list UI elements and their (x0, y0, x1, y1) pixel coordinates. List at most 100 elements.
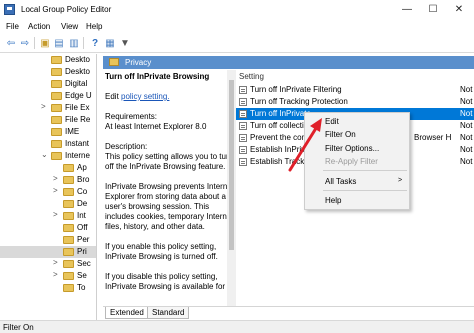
close-button[interactable]: ✕ (446, 0, 472, 19)
category-title: Privacy (125, 58, 152, 67)
context-menu-reapply-filter: Re-Apply Filter (325, 157, 378, 166)
tree-item[interactable]: > Se (0, 270, 96, 282)
folder-icon (109, 58, 119, 66)
tree-item-privacy[interactable]: Pri (0, 246, 96, 258)
policy-setting-link[interactable]: policy setting. (121, 92, 169, 101)
tree-item[interactable]: Deskto (0, 54, 96, 66)
tree-item[interactable]: Deskto (0, 66, 96, 78)
toolbar: ⇦ ⇨ ▣ ▤ ▥ ? ▦ ▼ (0, 33, 474, 53)
tree-item[interactable]: Per (0, 234, 96, 246)
requirements-value: At least Internet Explorer 8.0 (105, 122, 207, 131)
description-scroll-thumb[interactable] (229, 80, 234, 250)
tree-item[interactable]: > Co (0, 186, 96, 198)
policy-setting-icon (239, 122, 247, 130)
context-menu-separator (323, 190, 407, 191)
menu-bar: File Action View Help (0, 19, 474, 33)
policy-setting-icon (239, 86, 247, 94)
forward-arrow-icon[interactable]: ⇨ (18, 36, 32, 50)
tree-item[interactable]: Off (0, 222, 96, 234)
policy-setting-icon (239, 146, 247, 154)
policy-setting-icon (239, 134, 247, 142)
group-policy-app-icon (4, 4, 15, 15)
folder-up-icon[interactable]: ▣ (38, 36, 52, 50)
context-menu-help[interactable]: Help (325, 196, 341, 205)
context-menu: Edit Filter On Filter Options... Re-Appl… (304, 112, 410, 210)
show-tree-icon[interactable]: ▤ (52, 36, 66, 50)
tree-item[interactable]: > File Ex (0, 102, 96, 114)
tree-item[interactable]: File Re (0, 114, 96, 126)
tree-item[interactable]: > Int (0, 210, 96, 222)
folder-icon (51, 116, 62, 124)
folder-icon (51, 152, 62, 160)
expand-icon[interactable]: > (41, 102, 46, 111)
description-paragraph: InPrivate Browsing prevents Internet Exp… (105, 182, 234, 231)
folder-icon (51, 104, 62, 112)
filter-icon[interactable]: ▼ (118, 36, 132, 50)
menu-view[interactable]: View (61, 22, 78, 31)
back-arrow-icon[interactable]: ⇦ (4, 36, 18, 50)
list-item[interactable]: Turn off Tracking Protection Not (236, 96, 474, 108)
description-paragraph: If you enable this policy setting, InPri… (105, 242, 218, 261)
minimize-button[interactable]: — (394, 0, 420, 19)
folder-icon (51, 92, 62, 100)
toolbar-separator (34, 37, 35, 49)
menu-action[interactable]: Action (28, 22, 50, 31)
tree-item[interactable]: ⌄ Interne (0, 150, 96, 162)
maximize-button[interactable]: ☐ (420, 0, 446, 19)
context-menu-all-tasks[interactable]: All Tasks (325, 177, 356, 186)
context-menu-filter-options[interactable]: Filter Options... (325, 144, 379, 153)
submenu-arrow-icon: > (398, 177, 403, 184)
tab-extended[interactable]: Extended (105, 307, 149, 319)
list-item[interactable]: Turn off InPrivate Filtering Not (236, 84, 474, 96)
policy-title: Turn off InPrivate Browsing (105, 72, 210, 81)
folder-icon (63, 188, 74, 196)
context-menu-edit[interactable]: Edit (325, 117, 339, 126)
title-bar: Local Group Policy Editor — ☐ ✕ (0, 0, 474, 19)
context-menu-separator (323, 170, 407, 171)
view-tabs: Extended Standard (103, 306, 474, 319)
status-bar: Filter On (0, 320, 474, 333)
folder-icon (51, 140, 62, 148)
policy-setting-icon (239, 98, 247, 106)
folder-icon (63, 248, 74, 256)
folder-icon (63, 284, 74, 292)
expand-icon[interactable]: > (53, 186, 58, 195)
export-list-icon[interactable]: ▥ (67, 36, 81, 50)
edit-line: Edit policy setting. (105, 92, 170, 101)
tree-item[interactable]: De (0, 198, 96, 210)
tree-item[interactable]: Ap (0, 162, 96, 174)
properties-icon[interactable]: ▦ (103, 36, 117, 50)
tree-item[interactable]: > Bro (0, 174, 96, 186)
policy-setting-icon (239, 110, 247, 118)
context-menu-filter-on[interactable]: Filter On (325, 130, 356, 139)
toolbar-separator (83, 37, 84, 49)
help-icon[interactable]: ? (88, 36, 102, 50)
folder-icon (63, 272, 74, 280)
expand-icon[interactable]: > (53, 174, 58, 183)
tab-standard[interactable]: Standard (147, 307, 190, 319)
tree-item[interactable]: Digital (0, 78, 96, 90)
folder-icon (51, 56, 62, 64)
folder-icon (63, 236, 74, 244)
menu-file[interactable]: File (6, 22, 19, 31)
tree-item[interactable]: To (0, 282, 96, 294)
folder-icon (51, 128, 62, 136)
menu-help[interactable]: Help (86, 22, 102, 31)
folder-icon (63, 164, 74, 172)
folder-icon (63, 212, 74, 220)
requirements-label: Requirements: (105, 112, 158, 121)
column-header-setting[interactable]: Setting (239, 72, 264, 81)
tree-item[interactable]: > Sec (0, 258, 96, 270)
tree-item[interactable]: Edge U (0, 90, 96, 102)
folder-icon (51, 68, 62, 76)
expand-icon[interactable]: > (53, 270, 58, 279)
folder-icon (51, 80, 62, 88)
tree-item[interactable]: Instant (0, 138, 96, 150)
expand-icon[interactable]: > (53, 210, 58, 219)
folder-icon (63, 224, 74, 232)
tree-item[interactable]: IME (0, 126, 96, 138)
status-text: Filter On (3, 323, 34, 332)
expand-icon[interactable]: > (53, 258, 58, 267)
description-label: Description: (105, 142, 148, 151)
collapse-icon[interactable]: ⌄ (41, 150, 48, 159)
